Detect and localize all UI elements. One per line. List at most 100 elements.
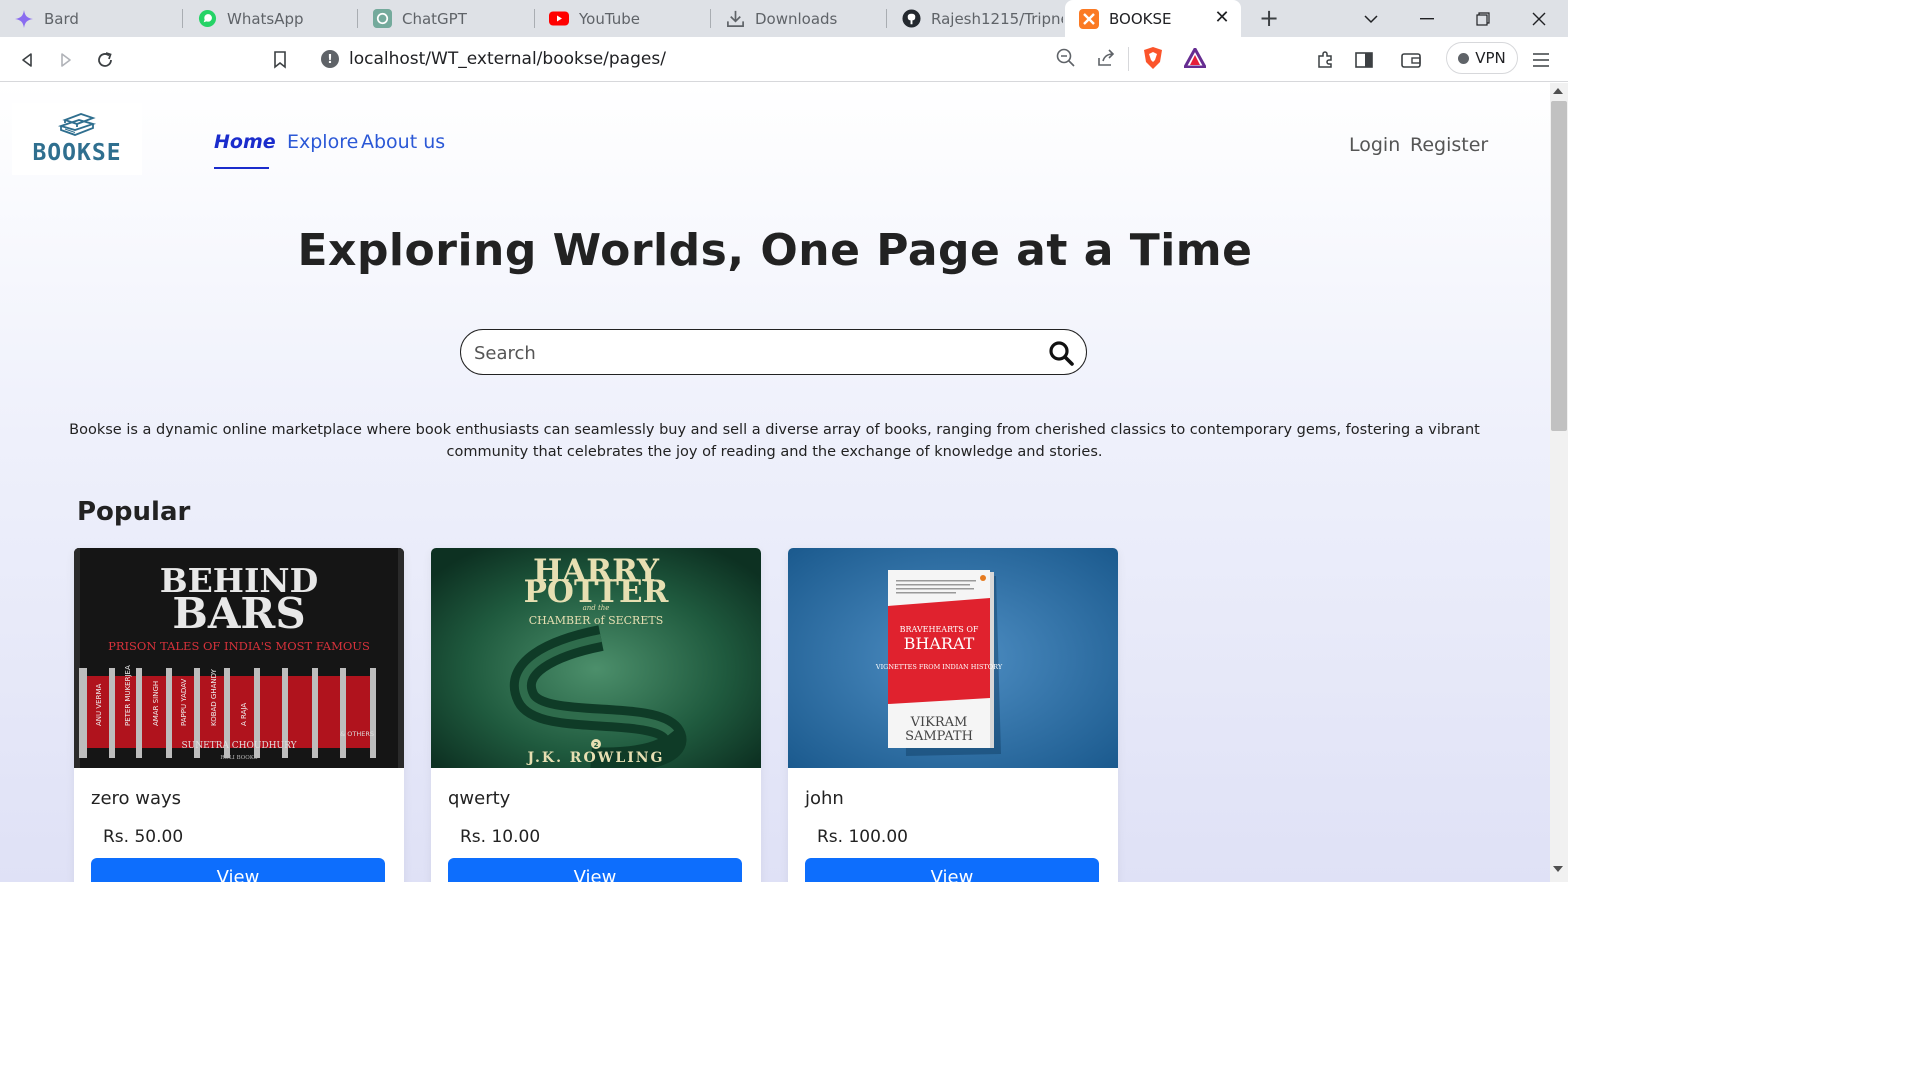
search-icon[interactable] [1048,340,1074,366]
youtube-icon [549,9,569,29]
view-book-button[interactable]: View [91,858,385,882]
sidebar-button[interactable] [1349,45,1379,75]
book-price: Rs. 100.00 [817,827,908,847]
xampp-icon [1079,8,1099,29]
browser-toolbar: ! localhost/WT_external/bookse/pages/ VP… [0,37,1568,82]
search-bar [460,329,1087,375]
cover-title-line2: BHARAT [904,634,975,653]
zoom-icon[interactable] [1056,48,1076,72]
tab-bard[interactable]: Bard [0,0,182,37]
register-link[interactable]: Register [1410,134,1488,156]
tab-title: Downloads [755,9,838,28]
reload-button[interactable] [90,45,120,75]
minimize-button[interactable] [1399,0,1455,37]
whatsapp-icon [197,9,217,29]
book-cover-image[interactable]: BEHIND BARS PRISON TALES OF INDIA'S MOST… [74,548,404,768]
tab-whatsapp[interactable]: WhatsApp [183,0,357,37]
cover-publisher: ROLI BOOKS [220,755,257,761]
cover-subtitle: PRISON TALES OF INDIA'S MOST FAMOUS [108,639,370,653]
cover-name: PETER MUKERJEA [124,665,132,726]
cover-others: & OTHERS [340,730,374,738]
view-book-button[interactable]: View [448,858,742,882]
restore-button[interactable] [1455,0,1511,37]
tab-title: WhatsApp [227,9,304,28]
bookmark-icon [274,51,286,69]
book-title: zero ways [91,788,182,809]
book-card[interactable]: BRAVEHEARTS OF BHARAT VIGNETTES FROM IND… [788,548,1118,882]
wallet-button[interactable] [1396,45,1426,75]
nav-explore[interactable]: Explore [287,131,358,153]
search-input[interactable] [474,340,1034,366]
info-icon[interactable]: ! [321,50,339,68]
brave-rewards-icon[interactable] [1182,45,1208,72]
book-price: Rs. 10.00 [460,827,541,847]
cover-name: A RAJA [240,703,248,726]
tab-search-button[interactable] [1343,0,1399,37]
book-price: Rs. 50.00 [103,827,184,847]
scroll-down-arrow-icon[interactable] [1553,866,1563,872]
login-link[interactable]: Login [1349,134,1400,156]
popular-heading: Popular [77,497,191,527]
bookmark-button[interactable] [265,45,295,75]
scroll-up-arrow-icon[interactable] [1553,88,1563,94]
cover-title-line2: BARS [172,589,305,638]
divider [1128,47,1129,71]
tab-bookse[interactable]: BOOKSE ✕ [1065,0,1241,37]
new-tab-button[interactable]: + [1256,5,1282,31]
book-title: john [805,788,844,809]
cover-subtitle: CHAMBER of SECRETS [529,614,663,627]
nav-about[interactable]: About us [361,131,445,153]
url-text[interactable]: localhost/WT_external/bookse/pages/ [349,49,666,69]
tab-github[interactable]: Rajesh1215/Tripnest [887,0,1063,37]
cover-subtitle-small: and the [583,604,610,612]
extensions-button[interactable] [1310,45,1340,75]
brave-shield-icon[interactable] [1142,46,1164,74]
close-tab-icon[interactable]: ✕ [1213,9,1231,27]
back-arrow-icon [22,53,32,67]
share-icon[interactable] [1096,48,1116,72]
page-viewport: BOOKSE Home Explore About us Login Regis… [0,83,1550,882]
github-icon [901,9,921,29]
cover-author-line2: SAMPATH [905,729,973,744]
browser-tab-strip: Bard WhatsApp ChatGPT YouTube Downloads … [0,0,1568,37]
tab-title: Bard [44,9,79,28]
scrollbar-thumb[interactable] [1551,101,1567,431]
site-logo[interactable]: BOOKSE [12,103,142,175]
tab-title: Rajesh1215/Tripnest [931,9,1063,28]
books-stack-icon [57,113,97,136]
vpn-button[interactable]: VPN [1446,42,1518,74]
vpn-status-icon [1458,52,1470,64]
cover-author: SUNETRA CHOUDHURY [181,741,297,751]
cover-name: PAPPU YADAV [180,679,188,726]
book-cover-image[interactable]: BRAVEHEARTS OF BHARAT VIGNETTES FROM IND… [788,548,1118,768]
back-button[interactable] [12,45,42,75]
cover-author-line1: VIKRAM [910,715,968,730]
cover-title-line1: BRAVEHEARTS OF [900,625,979,634]
reload-icon [98,52,112,67]
cover-subtitle: VIGNETTES FROM INDIAN HISTORY [875,663,1003,671]
download-icon [725,9,745,29]
book-card[interactable]: BEHIND BARS PRISON TALES OF INDIA'S MOST… [74,548,404,882]
address-bar[interactable]: ! localhost/WT_external/bookse/pages/ [308,42,1216,76]
hamburger-menu-icon [1533,53,1549,67]
forward-button[interactable] [51,45,81,75]
book-card[interactable]: HARRY POTTER and the CHAMBER of SECRETS … [431,548,761,882]
wallet-icon [1401,53,1421,68]
cover-author: J.K. ROWLING [525,750,664,766]
book-cover-image[interactable]: HARRY POTTER and the CHAMBER of SECRETS … [431,548,761,774]
close-window-button[interactable] [1511,0,1567,37]
nav-home[interactable]: Home [214,131,276,153]
tab-youtube[interactable]: YouTube [535,0,710,37]
cover-name: KOBAD GHANDY [210,668,218,726]
hero-title: Exploring Worlds, One Page at a Time [297,225,1253,276]
cover-number: 2 [594,741,599,749]
tab-title: ChatGPT [402,9,467,28]
tab-chatgpt[interactable]: ChatGPT [358,0,534,37]
tab-downloads[interactable]: Downloads [711,0,886,37]
chevron-down-icon [1364,14,1378,23]
logo-text: BOOKSE [32,140,122,166]
menu-button[interactable] [1526,45,1556,75]
site-description: Bookse is a dynamic online marketplace w… [69,422,1480,460]
vpn-label: VPN [1475,49,1506,67]
view-book-button[interactable]: View [805,858,1099,882]
